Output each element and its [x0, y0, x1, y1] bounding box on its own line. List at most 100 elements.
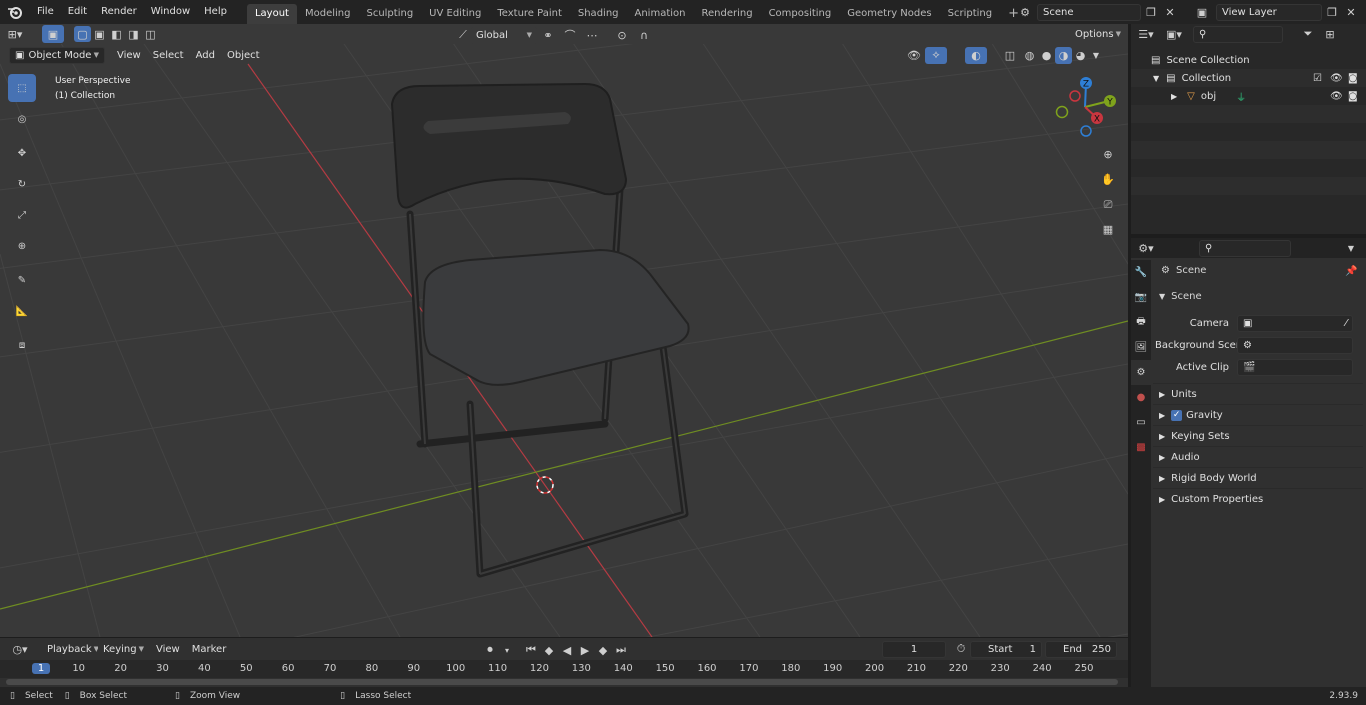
properties-search-input[interactable]: ⚲ [1199, 239, 1291, 257]
record-options-icon[interactable]: ▾ [500, 640, 514, 660]
render-camera-icon[interactable]: ◙ [1348, 73, 1358, 84]
expand-arrow-icon[interactable]: ▶ [1171, 92, 1177, 101]
copy-scene-icon[interactable]: ❐ [1141, 2, 1161, 22]
viewport-menu-add[interactable]: Add [190, 50, 221, 61]
options-dropdown[interactable]: Options ▼ [1070, 26, 1125, 43]
falloff-icon[interactable]: ∩ [633, 25, 655, 45]
tab-compositing[interactable]: Compositing [761, 4, 840, 24]
tab-animation[interactable]: Animation [627, 4, 694, 24]
prev-keyframe-icon[interactable]: ◆ [540, 640, 558, 660]
shading-options-icon[interactable]: ▼ [1089, 45, 1103, 65]
hide-eye-icon[interactable]: 👁 [1330, 73, 1343, 84]
scene-icon[interactable]: ⚙ [1013, 2, 1037, 22]
menu-help[interactable]: Help [197, 0, 234, 24]
close-view-layer-icon[interactable]: ✕ [1342, 2, 1360, 22]
next-keyframe-icon[interactable]: ◆ [594, 640, 612, 660]
playback-dropdown[interactable]: Playback ▼ [42, 640, 99, 658]
render-tab-icon[interactable]: 📷 [1131, 285, 1151, 310]
menu-edit[interactable]: Edit [61, 0, 94, 24]
stopwatch-icon[interactable]: ⏱ [950, 639, 972, 659]
eyedropper-icon[interactable]: ⁄ [1345, 316, 1347, 331]
filter-icon[interactable]: ⏷ [1297, 24, 1319, 44]
view-layer-icon[interactable]: ▣ [1188, 2, 1216, 22]
camera-view-icon[interactable]: ⎚ [1097, 192, 1119, 217]
frame-ruler[interactable]: 1 10 20 30 40 50 60 70 80 90 100 110 120 130 140 150 160… [0, 660, 1128, 678]
play-reverse-icon[interactable]: ◀ [558, 640, 576, 660]
snap-icon[interactable]: ⌒ [559, 25, 581, 45]
timeline-scrollbar[interactable] [6, 679, 1118, 685]
properties-options-icon[interactable]: ▼ [1340, 238, 1362, 258]
outliner-search-input[interactable]: ⚲ [1193, 25, 1283, 43]
chair-model[interactable] [390, 82, 690, 578]
start-frame-field[interactable]: Start 1 [970, 641, 1042, 658]
rendered-shading-icon[interactable]: ◕ [1072, 45, 1089, 65]
viewport-menu-view[interactable]: View [111, 50, 147, 61]
background-scene-field[interactable]: ⚙ [1237, 336, 1353, 354]
rigid-body-world-panel[interactable]: ▶ Rigid Body World [1153, 467, 1363, 488]
end-frame-field[interactable]: End 250 [1045, 641, 1117, 658]
mode-dropdown[interactable]: ▣ Object Mode ▼ [9, 46, 105, 64]
tab-uv-editing[interactable]: UV Editing [421, 4, 489, 24]
pivot-icon[interactable]: ⚭ [537, 25, 559, 45]
view-layer-tab-icon[interactable]: 🖼 [1131, 335, 1151, 360]
cursor-tool-icon[interactable]: ◎ [8, 105, 36, 133]
tab-shading[interactable]: Shading [570, 4, 627, 24]
select-box-tool-icon[interactable]: ⬚ [8, 74, 36, 102]
output-tab-icon[interactable]: 🖶 [1131, 310, 1151, 335]
add-cube-tool-icon[interactable]: ⧈ [8, 331, 36, 359]
xray-icon[interactable]: ◫ [999, 45, 1021, 65]
collection-tab-icon[interactable]: ▭ [1131, 410, 1151, 435]
tab-rendering[interactable]: Rendering [693, 4, 760, 24]
orientation-icon[interactable]: ⟋ [455, 25, 471, 45]
select-intersect-icon[interactable]: ◫ [142, 24, 159, 44]
view-layer-field[interactable]: View Layer [1216, 3, 1322, 21]
snap-target-icon[interactable]: ⋯ [581, 25, 603, 45]
gizmo-toggle-icon[interactable]: ⟡ [925, 46, 947, 64]
render-camera-icon[interactable]: ◙ [1348, 91, 1358, 102]
rotate-tool-icon[interactable]: ↻ [8, 170, 36, 198]
blender-logo-icon[interactable] [0, 2, 30, 22]
outliner-row-obj[interactable]: ▶ ▽ obj ⏚ 👁 ◙ [1131, 87, 1366, 105]
mesh-data-icon[interactable]: ⏚ [1236, 89, 1246, 104]
timeline-menu-view[interactable]: View [150, 644, 186, 655]
outliner-row-scene-collection[interactable]: ▤ Scene Collection [1131, 51, 1366, 69]
units-panel[interactable]: ▶ Units [1153, 383, 1363, 404]
tab-texture-paint[interactable]: Texture Paint [489, 4, 570, 24]
menu-window[interactable]: Window [144, 0, 197, 24]
active-clip-field[interactable]: 🎬 [1237, 358, 1353, 376]
properties-editor-icon[interactable]: ⚙▾ [1135, 238, 1157, 258]
gravity-panel[interactable]: ▶ ✓ Gravity [1153, 404, 1363, 425]
editor-type-icon[interactable]: ⊞▾ [0, 24, 30, 44]
material-shading-icon[interactable]: ◑ [1055, 46, 1072, 64]
current-frame-indicator[interactable]: 1 [32, 663, 50, 674]
select-new-icon[interactable]: ▢ [74, 26, 91, 42]
active-tool-icon[interactable]: ▣ [42, 25, 64, 43]
select-invert-icon[interactable]: ◨ [125, 24, 142, 44]
menu-render[interactable]: Render [94, 0, 144, 24]
tab-layout[interactable]: Layout [246, 4, 297, 24]
keying-dropdown[interactable]: Keying ▼ [98, 640, 146, 658]
timeline-editor-icon[interactable]: ◷▾ [4, 639, 36, 659]
perspective-grid-icon[interactable]: ▦ [1097, 217, 1119, 242]
play-icon[interactable]: ▶ [576, 640, 594, 660]
world-tab-icon[interactable]: ● [1131, 385, 1151, 410]
new-collection-icon[interactable]: ⊞ [1319, 24, 1341, 44]
visibility-icon[interactable]: 👁 [903, 45, 925, 65]
viewport-menu-select[interactable]: Select [147, 50, 190, 61]
tab-geometry-nodes[interactable]: Geometry Nodes [839, 4, 939, 24]
close-scene-icon[interactable]: ✕ [1161, 2, 1179, 22]
scene-name-field[interactable]: Scene [1037, 3, 1141, 21]
copy-view-layer-icon[interactable]: ❐ [1322, 2, 1342, 22]
outliner-editor-icon[interactable]: ☰▾ [1135, 24, 1157, 44]
record-icon[interactable]: ⏺ [480, 640, 500, 660]
solid-shading-icon[interactable]: ● [1038, 45, 1055, 65]
timeline-menu-marker[interactable]: Marker [186, 644, 233, 655]
outliner-row-collection[interactable]: ▼ ▤ Collection ☑ 👁 ◙ [1131, 69, 1366, 87]
tool-tab-icon[interactable]: 🔧 [1131, 260, 1151, 285]
move-tool-icon[interactable]: ✥ [8, 139, 36, 167]
tab-modeling[interactable]: Modeling [297, 4, 359, 24]
menu-file[interactable]: File [30, 0, 61, 24]
tab-scripting[interactable]: Scripting [940, 4, 1000, 24]
jump-end-icon[interactable]: ⏭ [612, 640, 630, 660]
display-mode-icon[interactable]: ▣▾ [1163, 24, 1185, 44]
